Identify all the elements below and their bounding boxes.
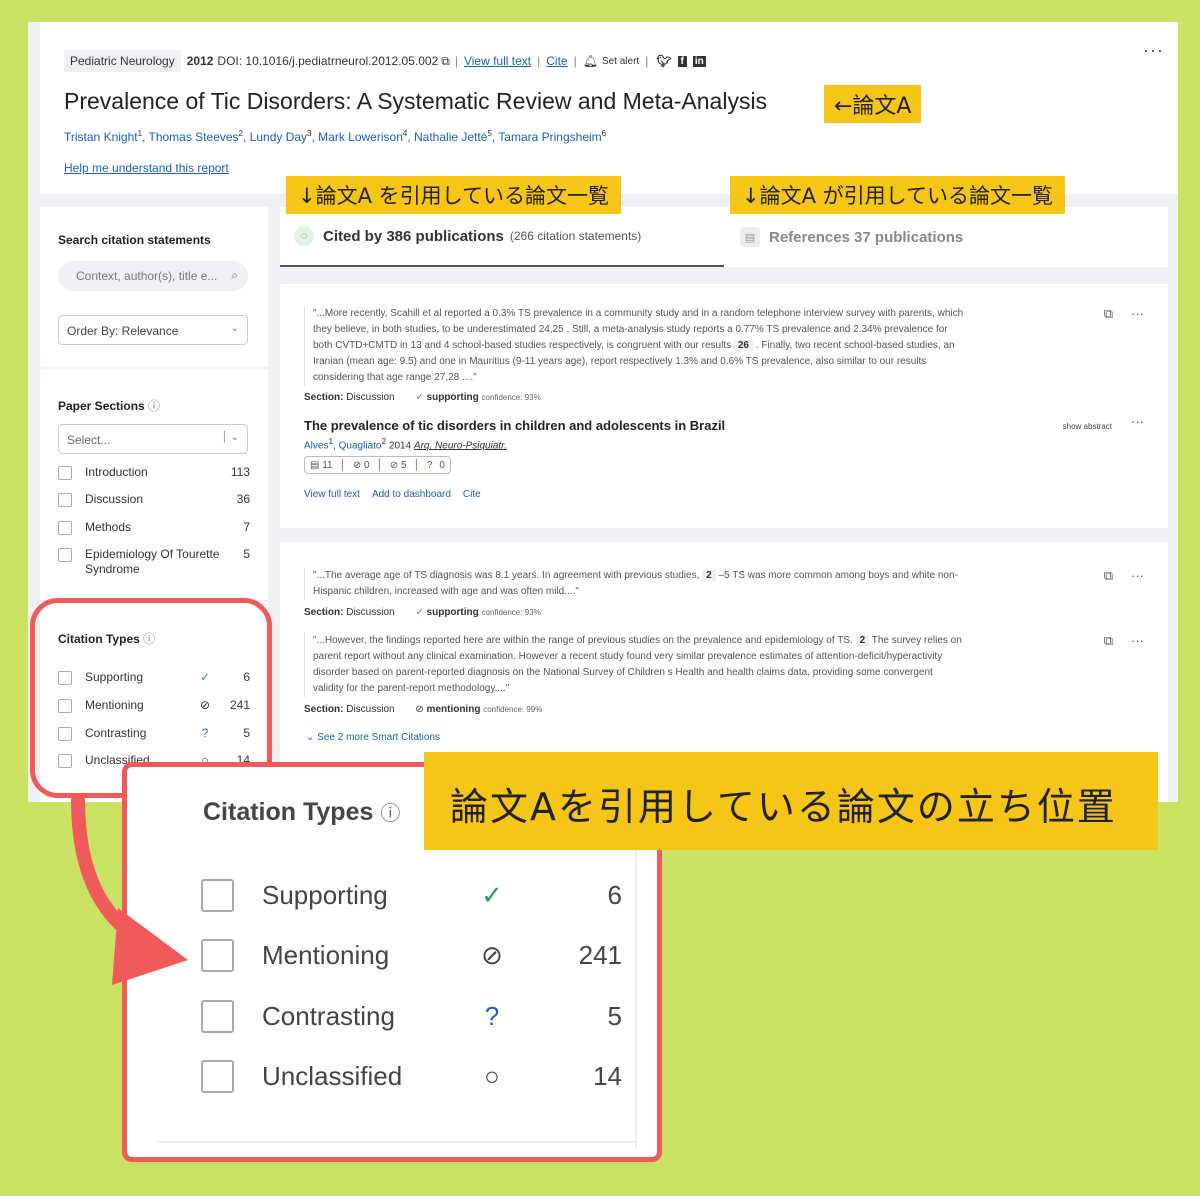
citation-quote: "...More recently, Scahill et al reporte… <box>304 306 964 386</box>
author-link[interactable]: Lundy Day3 <box>250 129 312 144</box>
set-alert-link[interactable]: Set alert <box>602 56 639 67</box>
search-heading: Search citation statements <box>58 233 211 247</box>
citation-quote: "...However, the findings reported here … <box>304 633 964 697</box>
search-input[interactable]: Context, author(s), title e... ⌕ <box>58 261 248 291</box>
doi: DOI: 10.1016/j.pediatrneurol.2012.05.002 <box>217 54 439 68</box>
add-to-dashboard-link[interactable]: Add to dashboard <box>372 489 451 500</box>
check-circle-icon: ✓ <box>415 607 424 618</box>
citation-quote: "...The average age of TS diagnosis was … <box>304 568 964 600</box>
twitter-icon[interactable]: 🐦︎ <box>656 54 671 68</box>
mention-circle-icon: ⊘ <box>415 704 424 715</box>
author-list: Tristan Knight1, Thomas Steeves2, Lundy … <box>64 129 607 144</box>
author-link[interactable]: Tamara Pringsheim6 <box>498 129 606 144</box>
citation-type-item[interactable]: Unclassified ○ 14 <box>201 1056 641 1096</box>
paper-meta: Pediatric Neurology 2012 DOI: 10.1016/j.… <box>64 50 706 72</box>
reference-number[interactable]: 26 <box>733 340 753 351</box>
chevron-down-icon: ⌄ <box>306 732 315 743</box>
citation-type-item[interactable]: Mentioning ⊘ 241 <box>201 935 641 975</box>
author-link[interactable]: Tristan Knight1 <box>64 129 142 144</box>
reference-number[interactable]: 2 <box>702 570 716 581</box>
checkbox[interactable] <box>201 878 234 912</box>
facebook-icon[interactable]: f <box>677 55 687 67</box>
section-filter-item[interactable]: Discussion 36 <box>58 492 250 507</box>
paper-sections-heading: Paper Sections ⓘ <box>58 399 161 413</box>
citation-section-info: Section: Discussion ✓ supporting confide… <box>304 392 541 403</box>
checkbox[interactable] <box>201 938 234 972</box>
citation-section-info: Section: Discussion ✓ supporting confide… <box>304 607 541 618</box>
empty-circle-icon: ○ <box>484 1060 500 1091</box>
author-link[interactable]: Thomas Steeves2 <box>149 129 244 144</box>
info-icon[interactable]: ⓘ <box>148 399 160 413</box>
view-full-text-link[interactable]: View full text <box>304 489 360 500</box>
citation-type-item[interactable]: Contrasting ? 5 <box>201 996 641 1036</box>
bell-icon[interactable]: 🔔︎ <box>583 54 598 68</box>
paper-a-label: ←論文A <box>824 85 922 123</box>
question-circle-icon: ? <box>484 1000 500 1031</box>
see-more-citations-link[interactable]: ⌄ See 2 more Smart Citations <box>306 732 440 743</box>
check-circle-icon: ✓ <box>481 879 503 910</box>
cite-link[interactable]: Cite <box>546 54 567 68</box>
linkedin-icon[interactable]: in <box>692 55 706 67</box>
cited-by-annotation: ↓論文A を引用している論文一覧 <box>286 176 622 214</box>
citation-tabs: ◌ Cited by 386 publications (266 citatio… <box>280 207 1168 267</box>
copy-icon[interactable]: ⧉ <box>1104 306 1113 322</box>
citation-counts: ▤ 11 │ ⊘ 0 │ ⊘ 5 │ ? 0 <box>304 456 451 474</box>
citation-type-item[interactable]: Supporting ✓ 6 <box>201 875 641 915</box>
section-filter-item[interactable]: Methods 7 <box>58 520 250 535</box>
checkbox[interactable] <box>58 521 72 535</box>
more-options-button[interactable]: ··· <box>1143 40 1164 61</box>
section-filter-item[interactable]: Epidemiology Of Tourette Syndrome 5 <box>58 547 250 577</box>
citation-card: ⧉ ··· "...More recently, Scahill et al r… <box>280 284 1168 528</box>
author-link[interactable]: Mark Lowerison4 <box>318 129 407 144</box>
chevron-down-icon: ⌄ <box>230 323 239 334</box>
citing-paper-authors: Alves1, Quagliato2 2014 Arq. Neuro-Psiqu… <box>304 436 507 452</box>
search-icon[interactable]: ⌕ <box>231 268 238 283</box>
copy-icon[interactable]: ⧉ <box>1104 633 1113 649</box>
checkbox[interactable] <box>201 999 234 1033</box>
checkbox[interactable] <box>58 466 72 480</box>
sections-select[interactable]: Select... │ ⌄ <box>58 424 248 454</box>
checkbox[interactable] <box>58 548 72 562</box>
mention-circle-icon: ⊘ <box>481 939 503 970</box>
checkbox[interactable] <box>201 1059 234 1093</box>
citation-section-info: Section: Discussion ⊘ mentioning confide… <box>304 704 543 715</box>
more-icon[interactable]: ··· <box>1131 633 1144 649</box>
citing-paper-title[interactable]: The prevalence of tic disorders in child… <box>304 418 725 433</box>
check-circle-icon: ✓ <box>415 392 424 403</box>
cite-link[interactable]: Cite <box>463 489 481 500</box>
author-link[interactable]: Nathalie Jetté5 <box>414 129 492 144</box>
more-icon[interactable]: ··· <box>1131 306 1144 322</box>
position-annotation: 論文Aを引用している論文の立ち位置 <box>424 752 1158 850</box>
copy-icon[interactable]: ⧉ <box>441 54 450 69</box>
view-full-text-link[interactable]: View full text <box>464 54 531 68</box>
chevron-down-icon: │ ⌄ <box>221 432 239 443</box>
tab-references[interactable]: ▤ References 37 publications <box>726 207 1168 267</box>
checkbox[interactable] <box>58 493 72 507</box>
chat-bubble-icon: ◌ <box>294 226 314 246</box>
order-by-select[interactable]: Order By: Relevance ⌄ <box>58 315 248 345</box>
section-filter-item[interactable]: Introduction 113 <box>58 465 250 480</box>
journal-badge: Pediatric Neurology <box>64 50 181 72</box>
help-link[interactable]: Help me understand this report <box>64 161 229 175</box>
reference-number[interactable]: 2 <box>855 635 870 646</box>
card-links: View full text Add to dashboard Cite <box>304 489 481 500</box>
references-annotation: ↓論文A が引用している論文一覧 <box>730 176 1066 214</box>
copy-icon[interactable]: ⧉ <box>1104 568 1113 584</box>
paper-title: Prevalence of Tic Disorders: A Systemati… <box>64 88 768 114</box>
more-icon[interactable]: ··· <box>1131 414 1144 429</box>
tab-cited-by[interactable]: ◌ Cited by 386 publications (266 citatio… <box>280 207 724 267</box>
more-icon[interactable]: ··· <box>1131 568 1144 584</box>
paper-header: ··· Pediatric Neurology 2012 DOI: 10.101… <box>40 22 1178 194</box>
show-abstract-button[interactable]: show abstract <box>1063 422 1112 431</box>
document-icon: ▤ <box>740 227 760 247</box>
year: 2012 <box>186 54 214 68</box>
citation-types-heading: Citation Types ⓘ <box>203 798 401 826</box>
info-icon[interactable]: ⓘ <box>380 803 400 825</box>
